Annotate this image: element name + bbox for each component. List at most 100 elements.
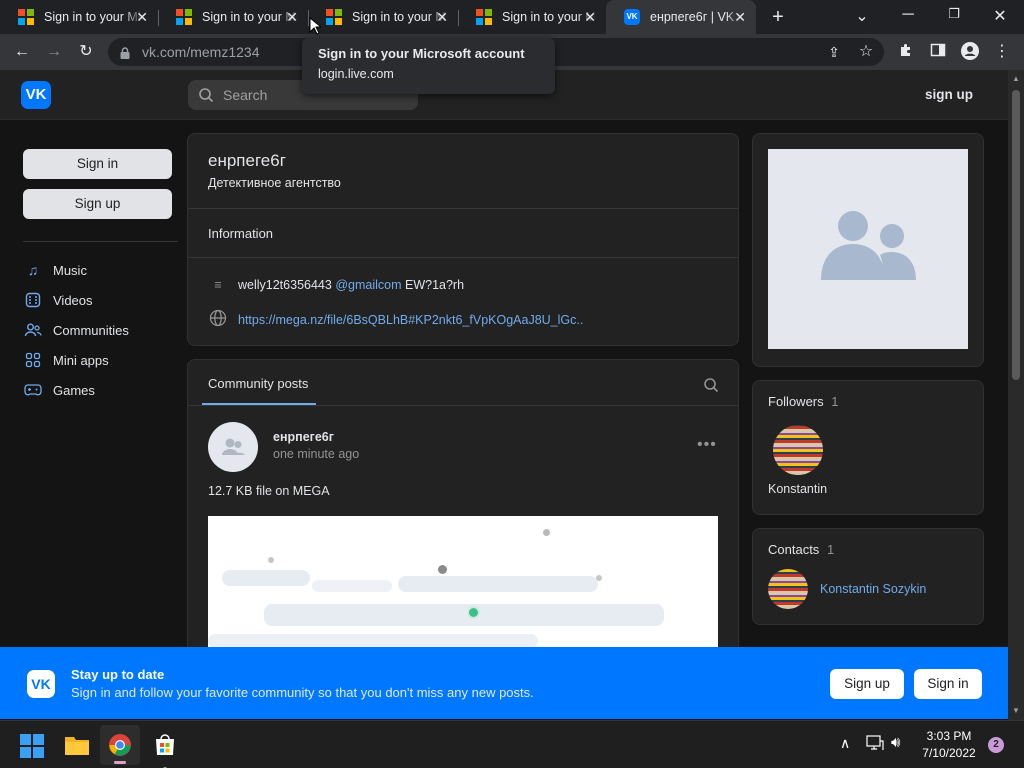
preview-placeholder <box>208 634 538 647</box>
show-hidden-icons-chevron-icon[interactable]: ∧ <box>840 735 850 752</box>
preview-placeholder <box>264 604 664 626</box>
post-author-avatar[interactable] <box>208 422 258 472</box>
tab-hover-tooltip: Sign in to your Microsoft account login.… <box>302 38 555 94</box>
scrollbar-thumb[interactable] <box>1012 90 1020 380</box>
tab-community-posts[interactable]: Community posts <box>208 376 308 391</box>
games-icon <box>24 381 42 399</box>
close-tab-icon[interactable]: ✕ <box>136 9 148 25</box>
header-sign-up-link[interactable]: sign up <box>925 87 973 102</box>
tab-microsoft-signin-1[interactable]: Sign in to your Microsoft account ✕ <box>0 0 158 34</box>
sidebar-item-label: Music <box>53 262 87 278</box>
chrome-taskbar-button[interactable] <box>100 725 140 765</box>
vk-logo-icon[interactable]: VK <box>21 81 51 109</box>
info-website-row: https://mega.nz/file/6BsQBLhB#KP2nkt6_fV… <box>208 309 583 330</box>
follower-avatar[interactable] <box>773 425 823 475</box>
contact-name-link[interactable]: Konstantin Sozykin <box>820 582 926 596</box>
tab-label: Sign in to your Microsoft account <box>502 10 596 24</box>
tooltip-title: Sign in to your Microsoft account <box>318 46 525 61</box>
sidebar-item-mini-apps[interactable]: Mini apps <box>24 350 109 370</box>
posts-search-icon[interactable] <box>703 377 719 398</box>
sign-up-button[interactable]: Sign up <box>23 189 172 219</box>
text-lines-icon: ≡ <box>214 278 222 292</box>
menu-kebab-icon[interactable]: ⋮ <box>992 42 1012 62</box>
banner-title: Stay up to date <box>71 667 165 682</box>
mouse-cursor-icon <box>309 16 323 40</box>
active-indicator <box>114 761 126 764</box>
info-email-link[interactable]: @gmailcom <box>335 278 401 292</box>
vk-logo-icon: VK <box>27 670 55 698</box>
clock[interactable]: 3:03 PM 7/10/2022 <box>920 729 978 760</box>
tab-label: Sign in to your Microsoft account <box>352 10 448 24</box>
close-window-icon[interactable]: ✕ <box>990 6 1010 26</box>
screen: { "browser": { "tabs": [ {"label": "Sign… <box>0 0 1024 768</box>
post-author[interactable]: енрпеге6г <box>273 430 334 444</box>
preview-placeholder <box>398 576 598 592</box>
microsoft-logo-icon <box>18 9 34 25</box>
sidebar-item-games[interactable]: Games <box>24 380 95 400</box>
sidebar-item-music[interactable]: ♫ Music <box>24 260 87 280</box>
close-tab-icon[interactable]: ✕ <box>436 9 448 25</box>
tab-microsoft-signin-4[interactable]: Sign in to your Microsoft account ✕ <box>458 0 606 34</box>
lock-icon <box>120 46 130 59</box>
share-icon[interactable]: ⇪ <box>824 42 844 62</box>
back-arrow-icon[interactable]: ← <box>12 42 32 62</box>
post-link-preview-image[interactable] <box>208 516 718 647</box>
communities-icon <box>24 321 42 339</box>
file-explorer-icon[interactable] <box>64 734 90 761</box>
banner-sign-in-button[interactable]: Sign in <box>914 669 982 699</box>
contacts-heading[interactable]: Contacts 1 <box>768 542 834 557</box>
nav-divider <box>23 241 178 242</box>
page-scrollbar[interactable]: ▲ ▼ <box>1008 70 1024 720</box>
tab-label: Sign in to your Microsoft account <box>202 10 298 24</box>
preview-dot <box>469 608 478 617</box>
banner-sign-up-button[interactable]: Sign up <box>830 669 904 699</box>
tab-microsoft-signin-3[interactable]: Sign in to your Microsoft account ✕ <box>308 0 458 34</box>
tab-search-chevron-icon[interactable]: ⌄ <box>852 6 872 26</box>
minimize-icon[interactable]: ─ <box>898 6 918 24</box>
microsoft-logo-icon <box>476 9 492 25</box>
scroll-up-arrow-icon[interactable]: ▲ <box>1012 74 1020 83</box>
sidebar-item-communities[interactable]: Communities <box>24 320 129 340</box>
restore-icon[interactable]: ❐ <box>944 6 964 22</box>
followers-heading[interactable]: Followers 1 <box>768 394 838 409</box>
tab-label: енрпеге6г | VK <box>650 10 735 24</box>
microsoft-store-icon[interactable] <box>153 733 177 768</box>
network-icon[interactable] <box>866 735 884 754</box>
banner-subtitle: Sign in and follow your favorite communi… <box>71 685 534 700</box>
mega-link[interactable]: https://mega.nz/file/6BsQBLhB#KP2nkt6_fV… <box>238 313 583 327</box>
close-tab-icon[interactable]: ✕ <box>286 9 298 25</box>
reload-icon[interactable]: ↻ <box>76 42 96 62</box>
mini-apps-icon <box>24 351 42 369</box>
close-tab-icon[interactable]: ✕ <box>734 9 746 25</box>
volume-icon[interactable]: 🔊︎ <box>891 734 900 751</box>
tab-microsoft-signin-2[interactable]: Sign in to your Microsoft account ✕ <box>158 0 308 34</box>
contacts-label: Contacts <box>768 542 820 557</box>
info-text-3: EW?1a?rh <box>404 278 465 292</box>
followers-count: 1 <box>831 394 839 409</box>
new-tab-plus-icon[interactable]: + <box>768 6 788 29</box>
bookmark-star-icon[interactable]: ☆ <box>856 42 876 62</box>
scroll-down-arrow-icon[interactable]: ▼ <box>1012 706 1020 715</box>
contact-avatar[interactable] <box>768 569 808 609</box>
community-photo[interactable] <box>768 149 968 349</box>
post-more-options-icon[interactable]: ••• <box>697 436 717 454</box>
contacts-count: 1 <box>826 542 835 557</box>
tooltip-host: login.live.com <box>318 67 394 81</box>
sidebar-item-videos[interactable]: Videos <box>24 290 93 310</box>
windows-start-icon[interactable] <box>20 734 44 763</box>
tab-vk-active[interactable]: VK енрпеге6г | VK ✕ <box>606 0 756 34</box>
notification-badge[interactable]: 2 <box>988 737 1004 753</box>
post-time[interactable]: one minute ago <box>273 447 359 461</box>
sign-in-button[interactable]: Sign in <box>23 149 172 179</box>
vk-favicon-icon: VK <box>624 9 640 25</box>
forward-arrow-icon[interactable]: → <box>44 42 64 62</box>
preview-dot <box>438 565 447 574</box>
extensions-puzzle-icon[interactable] <box>896 42 916 64</box>
close-tab-icon[interactable]: ✕ <box>584 9 596 25</box>
info-description-row: ≡ welly12t6356443 @gmailcom EW?1a?rh <box>208 278 464 292</box>
divider <box>188 208 738 209</box>
sidebar-item-label: Communities <box>53 322 129 338</box>
profile-icon[interactable] <box>960 42 980 66</box>
follower-name[interactable]: Konstantin <box>768 482 827 496</box>
side-panel-icon[interactable] <box>928 42 948 64</box>
